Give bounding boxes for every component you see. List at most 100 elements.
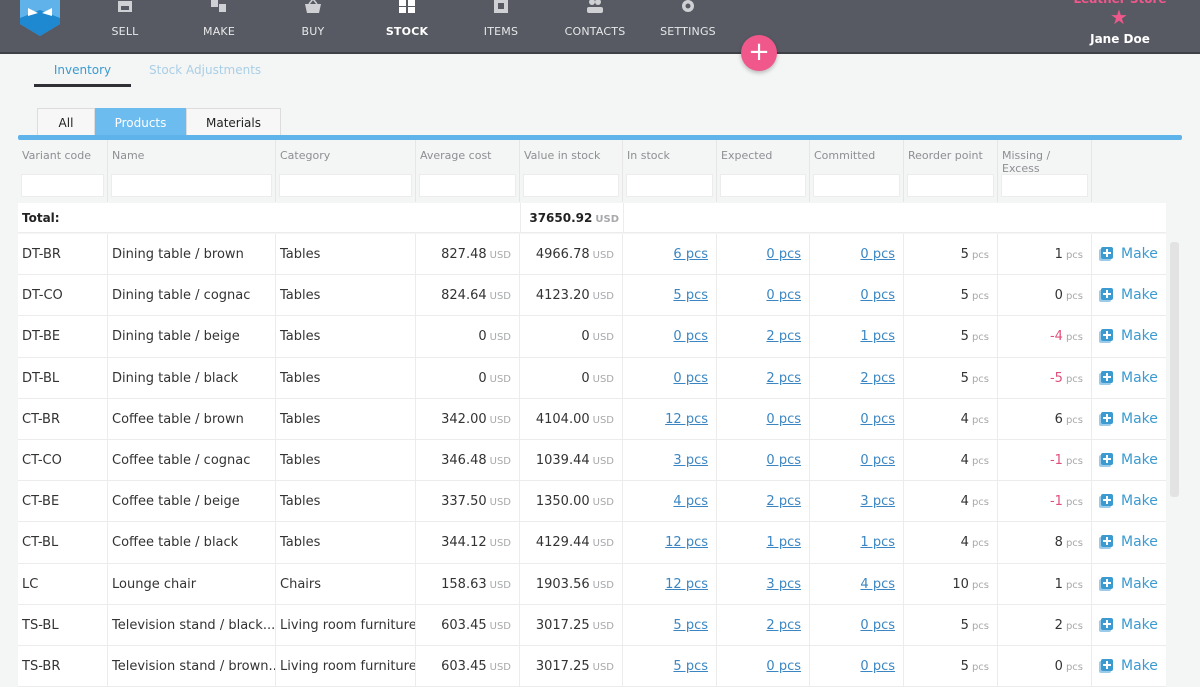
in-stock-link[interactable]: 5 pcs — [673, 659, 708, 674]
committed-link[interactable]: 0 pcs — [860, 618, 895, 633]
table-row[interactable]: DT-CO Dining table / cognac Tables 824.64 US… — [18, 275, 1166, 317]
table-row[interactable]: CT-BE Coffee table / beige Tables 337.50 USD… — [18, 481, 1166, 523]
cell-missing-excess: -4 pcs — [998, 316, 1092, 357]
committed-link[interactable]: 0 pcs — [860, 453, 895, 468]
table-row[interactable]: DT-BR Dining table / brown Tables 827.48 USD… — [18, 234, 1166, 276]
column-header[interactable]: In stock — [623, 140, 717, 202]
column-filter-input[interactable] — [1001, 174, 1088, 197]
app-logo-icon[interactable] — [20, 0, 60, 36]
make-button[interactable]: Make — [1092, 399, 1166, 439]
column-header[interactable]: Average cost — [416, 140, 520, 202]
filter-tab-products[interactable]: Products — [95, 108, 186, 136]
expected-link[interactable]: 2 pcs — [766, 494, 801, 509]
filter-tab-materials[interactable]: Materials — [186, 108, 281, 136]
in-stock-link[interactable]: 5 pcs — [673, 288, 708, 303]
in-stock-link[interactable]: 12 pcs — [665, 535, 708, 550]
in-stock-link[interactable]: 5 pcs — [673, 618, 708, 633]
scrollbar[interactable] — [1170, 242, 1179, 497]
missing-excess: -1 — [1049, 494, 1063, 510]
committed-link[interactable]: 0 pcs — [860, 288, 895, 303]
in-stock-link[interactable]: 4 pcs — [673, 494, 708, 509]
table-row[interactable]: CT-BL Coffee table / black Tables 344.12 USD… — [18, 522, 1166, 564]
expected-link[interactable]: 2 pcs — [766, 618, 801, 633]
table-row[interactable]: CT-BR Coffee table / brown Tables 342.00 USD… — [18, 398, 1166, 440]
committed-link[interactable]: 0 pcs — [860, 247, 895, 262]
cell-variant-code: CT-BL — [18, 522, 108, 563]
expected-link[interactable]: 0 pcs — [766, 288, 801, 303]
add-button[interactable]: + — [741, 35, 777, 71]
table-row[interactable]: TS-BR Television stand / brown... Living r… — [18, 645, 1166, 687]
column-filter-input[interactable] — [279, 174, 412, 197]
make-button[interactable]: Make — [1092, 481, 1166, 521]
column-filter-input[interactable] — [111, 174, 272, 197]
expected-link[interactable]: 1 pcs — [766, 535, 801, 550]
table-row[interactable]: TS-BL Television stand / black... Living r… — [18, 604, 1166, 646]
column-header[interactable]: Expected — [717, 140, 810, 202]
expected-link[interactable]: 3 pcs — [766, 577, 801, 592]
in-stock-link[interactable]: 0 pcs — [673, 329, 708, 344]
expected-link[interactable]: 2 pcs — [766, 329, 801, 344]
nav-settings[interactable]: SETTINGS — [648, 0, 728, 54]
nav-make[interactable]: MAKE — [179, 0, 259, 54]
committed-link[interactable]: 0 pcs — [860, 412, 895, 427]
column-header-label: Committed — [814, 149, 876, 162]
column-filter-input[interactable] — [720, 174, 806, 197]
column-header[interactable]: Name — [108, 140, 276, 202]
column-filter-input[interactable] — [813, 174, 900, 197]
make-button[interactable]: Make — [1092, 234, 1166, 274]
in-stock-link[interactable]: 12 pcs — [665, 412, 708, 427]
make-button[interactable]: Make — [1092, 564, 1166, 604]
column-header[interactable]: Reorder point — [904, 140, 998, 202]
make-button[interactable]: Make — [1092, 358, 1166, 398]
committed-link[interactable]: 2 pcs — [860, 371, 895, 386]
cell-expected: 0 pcs — [717, 275, 810, 316]
nav-buy[interactable]: BUY — [273, 0, 353, 54]
column-header[interactable]: Category — [276, 140, 416, 202]
nav-contacts[interactable]: CONTACTS — [555, 0, 635, 54]
tab-stock-adjustments[interactable]: Stock Adjustments — [149, 63, 261, 77]
in-stock-link[interactable]: 6 pcs — [673, 247, 708, 262]
committed-link[interactable]: 4 pcs — [860, 577, 895, 592]
tab-inventory[interactable]: Inventory — [34, 63, 131, 87]
column-header[interactable]: Value in stock — [520, 140, 623, 202]
expected-link[interactable]: 0 pcs — [766, 412, 801, 427]
column-filter-input[interactable] — [523, 174, 619, 197]
committed-link[interactable]: 1 pcs — [860, 329, 895, 344]
expected-link[interactable]: 2 pcs — [766, 371, 801, 386]
committed-link[interactable]: 0 pcs — [860, 659, 895, 674]
table-row[interactable]: LC Lounge chair Chairs 158.63 USD 1903.56 USD 1… — [18, 563, 1166, 605]
column-filter-input[interactable] — [626, 174, 713, 197]
column-filter-input[interactable] — [21, 174, 104, 197]
nav-items[interactable]: ITEMS — [461, 0, 541, 54]
user-name[interactable]: Jane Doe — [1060, 32, 1180, 46]
column-header[interactable]: Variant code — [18, 140, 108, 202]
in-stock-link[interactable]: 12 pcs — [665, 577, 708, 592]
add-box-icon — [1101, 329, 1113, 342]
make-button[interactable]: Make — [1092, 646, 1166, 686]
make-label: Make — [1121, 246, 1158, 262]
column-filter-input[interactable] — [907, 174, 994, 197]
cell-reorder-point: 4 pcs — [904, 398, 998, 439]
committed-link[interactable]: 1 pcs — [860, 535, 895, 550]
column-header[interactable]: Missing / Excess — [998, 140, 1092, 202]
make-button[interactable]: Make — [1092, 605, 1166, 645]
column-header[interactable]: Committed — [810, 140, 904, 202]
make-button[interactable]: Make — [1092, 275, 1166, 315]
in-stock-link[interactable]: 0 pcs — [673, 371, 708, 386]
in-stock-link[interactable]: 3 pcs — [673, 453, 708, 468]
make-button[interactable]: Make — [1092, 316, 1166, 356]
expected-link[interactable]: 0 pcs — [766, 453, 801, 468]
make-button[interactable]: Make — [1092, 522, 1166, 562]
table-row[interactable]: DT-BE Dining table / beige Tables 0 USD 0 USD 0… — [18, 316, 1166, 358]
table-row[interactable]: DT-BL Dining table / black Tables 0 USD 0 USD 0… — [18, 357, 1166, 399]
nav-sell[interactable]: SELL — [85, 0, 165, 54]
expected-link[interactable]: 0 pcs — [766, 247, 801, 262]
cell-average-cost: 344.12 USD — [416, 522, 520, 563]
expected-link[interactable]: 0 pcs — [766, 659, 801, 674]
committed-link[interactable]: 3 pcs — [860, 494, 895, 509]
table-row[interactable]: CT-CO Coffee table / cognac Tables 346.48 US… — [18, 439, 1166, 482]
make-button[interactable]: Make — [1092, 440, 1166, 480]
filter-tab-all[interactable]: All — [37, 108, 95, 136]
column-filter-input[interactable] — [419, 174, 516, 197]
nav-stock[interactable]: STOCK — [367, 0, 447, 54]
